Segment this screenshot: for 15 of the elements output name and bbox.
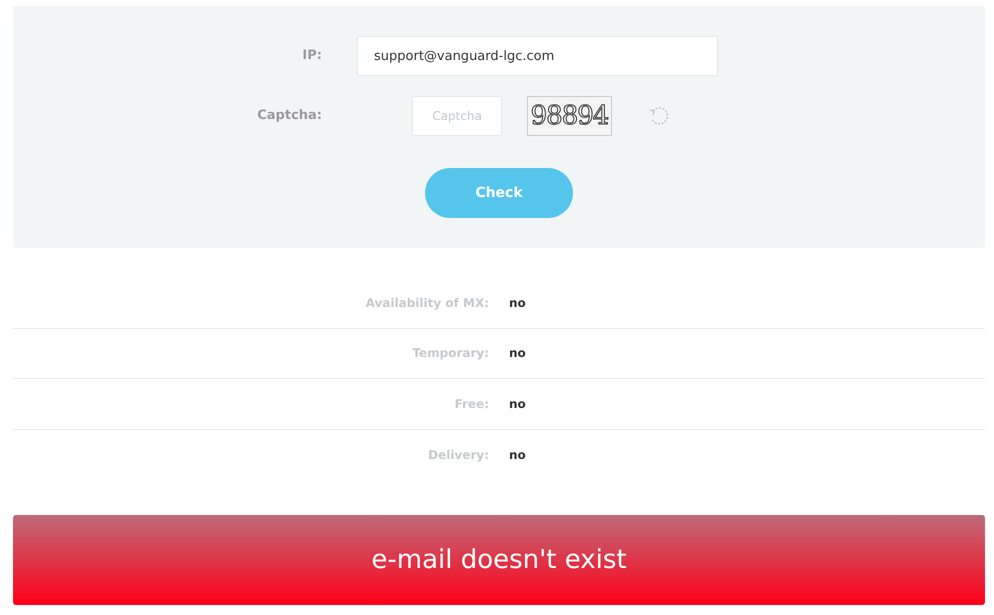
ip-field[interactable]: support@vanguard-lgc.com bbox=[357, 36, 718, 76]
field-label: Captcha: bbox=[256, 107, 322, 126]
refresh-icon[interactable] bbox=[648, 105, 670, 127]
result-value: no bbox=[509, 294, 526, 312]
result-label: Delivery: bbox=[427, 446, 489, 464]
result-value: no bbox=[509, 446, 526, 464]
result-value: no bbox=[509, 345, 526, 362]
field-label: IP: bbox=[301, 47, 322, 66]
result-label: Free: bbox=[454, 396, 489, 413]
captcha-field[interactable]: Captcha bbox=[412, 96, 502, 136]
result-value: no bbox=[509, 396, 526, 413]
captcha-image: 98894 bbox=[527, 96, 612, 136]
verdict-text: e-mail doesn't exist bbox=[371, 544, 627, 576]
result-label: Temporary: bbox=[411, 345, 489, 362]
result-label: Availability of MX: bbox=[364, 294, 489, 312]
